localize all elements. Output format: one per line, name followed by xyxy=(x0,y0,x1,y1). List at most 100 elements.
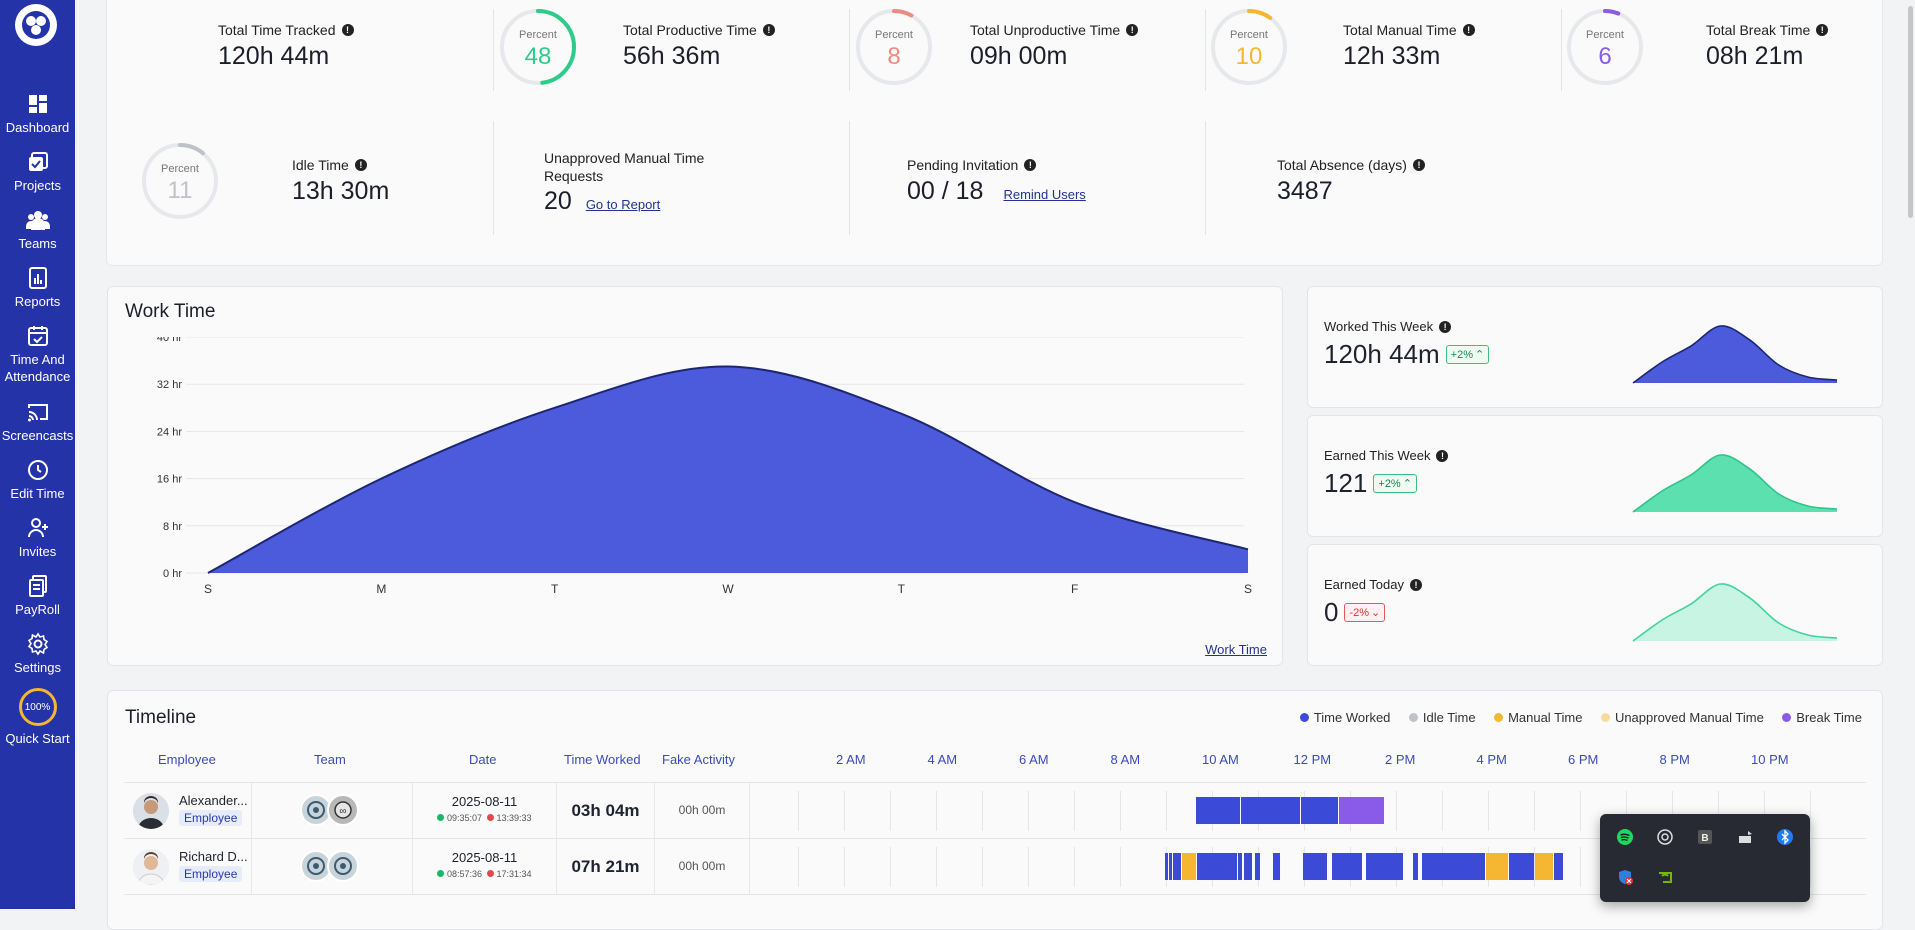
scrollbar-track[interactable] xyxy=(1905,0,1915,909)
sidebar-item-projects[interactable]: Projects xyxy=(0,150,75,194)
network-icon[interactable] xyxy=(1736,828,1754,846)
stat-total-unproductive-time: Total Unproductive Time! 09h 00m xyxy=(970,22,1139,71)
activity-segment[interactable] xyxy=(1339,797,1384,824)
activity-segment[interactable] xyxy=(1197,853,1237,880)
y-tick-label: 8 hr xyxy=(163,521,182,533)
sidebar-item-time-and-attendance[interactable]: Time And Attendance xyxy=(0,324,75,385)
sidebar: Dashboard Projects Teams Reports Time An… xyxy=(0,0,75,909)
break-percent-ring: Percent 6 xyxy=(1565,7,1645,87)
dashboard-icon xyxy=(28,95,47,113)
percent-label: Percent xyxy=(1230,29,1268,41)
col-team[interactable]: Team xyxy=(314,752,346,767)
sidebar-item-edit-time[interactable]: Edit Time xyxy=(0,458,75,502)
hour-gridline xyxy=(798,791,799,831)
activity-segment[interactable] xyxy=(1182,853,1196,880)
info-icon[interactable]: ! xyxy=(1410,578,1422,591)
col-time-worked[interactable]: Time Worked xyxy=(564,752,641,767)
go-to-report-link[interactable]: Go to Report xyxy=(586,197,660,212)
activity-segment[interactable] xyxy=(1301,797,1338,824)
stat-value: 20 xyxy=(544,187,572,215)
team-avatar: ∞ xyxy=(327,794,359,826)
activity-segment[interactable] xyxy=(1509,853,1534,880)
col-employee[interactable]: Employee xyxy=(158,752,216,767)
activity-segment[interactable] xyxy=(1332,853,1362,880)
payroll-icon xyxy=(28,575,47,597)
work-time-footer-link[interactable]: Work Time xyxy=(1205,642,1267,657)
y-tick-label: 0 hr xyxy=(163,568,182,580)
activity-segment[interactable] xyxy=(1244,853,1252,880)
shield-x-icon[interactable] xyxy=(1616,868,1634,886)
legend-label: Unapproved Manual Time xyxy=(1614,710,1764,725)
spotify-icon[interactable] xyxy=(1616,828,1634,846)
sidebar-item-label: Screencasts xyxy=(1,428,74,443)
chevron-up-icon: ⌃ xyxy=(1402,478,1412,490)
employee-name[interactable]: Alexander... xyxy=(179,793,248,808)
activity-segment[interactable] xyxy=(1366,853,1403,880)
screencast-icon xyxy=(27,404,48,422)
mini-card-title: Earned This Week xyxy=(1324,448,1431,463)
info-icon[interactable]: ! xyxy=(1436,449,1449,462)
info-icon[interactable]: ! xyxy=(1126,24,1139,36)
stat-label: Total Break Time xyxy=(1706,22,1811,38)
info-icon[interactable]: ! xyxy=(1816,24,1829,36)
sidebar-item-label: Dashboard xyxy=(5,120,70,135)
activity-segment[interactable] xyxy=(1173,853,1181,880)
hour-label: 10 AM xyxy=(1202,752,1239,767)
activity-segment[interactable] xyxy=(1535,853,1553,880)
activity-segment[interactable] xyxy=(1273,853,1280,880)
sidebar-item-reports[interactable]: Reports xyxy=(0,266,75,310)
trend-badge-text: -2% xyxy=(1349,606,1370,619)
activity-segment[interactable] xyxy=(1169,853,1172,880)
sidebar-item-dashboard[interactable]: Dashboard xyxy=(0,92,75,136)
chatgpt-icon[interactable] xyxy=(1656,828,1674,846)
stat-total-productive-time: Total Productive Time! 56h 36m xyxy=(623,22,775,71)
x-tick-label: S xyxy=(1244,582,1252,596)
bluetooth-icon[interactable] xyxy=(1776,828,1794,846)
activity-segment[interactable] xyxy=(1238,853,1242,880)
x-tick-label: F xyxy=(1071,582,1078,596)
b-app-icon[interactable]: B xyxy=(1696,828,1714,846)
info-icon[interactable]: ! xyxy=(354,159,367,171)
hour-gridline xyxy=(1442,791,1443,831)
hour-gridline xyxy=(1028,847,1029,887)
info-icon[interactable]: ! xyxy=(762,24,775,36)
activity-segment[interactable] xyxy=(1165,853,1168,880)
activity-segment[interactable] xyxy=(1422,853,1485,880)
sidebar-item-teams[interactable]: Teams xyxy=(0,208,75,252)
activity-segment[interactable] xyxy=(1303,853,1327,880)
sidebar-item-payroll[interactable]: PayRoll xyxy=(0,574,75,618)
sidebar-item-settings[interactable]: Settings xyxy=(0,632,75,676)
add-user-icon xyxy=(27,518,48,538)
date-value: 2025-08-11 xyxy=(451,794,518,809)
hour-gridline xyxy=(798,847,799,887)
unproductive-percent-ring: Percent 8 xyxy=(854,7,934,87)
legend-item: Idle Time xyxy=(1408,710,1476,725)
percent-value: 48 xyxy=(524,43,552,70)
sidebar-item-invites[interactable]: Invites xyxy=(0,516,75,560)
sidebar-item-quick-start[interactable]: 100% Quick Start xyxy=(0,688,75,747)
info-icon[interactable]: ! xyxy=(1412,159,1425,171)
hour-gridline xyxy=(1074,847,1075,887)
clock-icon xyxy=(27,460,48,480)
info-icon[interactable]: ! xyxy=(1024,159,1037,171)
activity-segment[interactable] xyxy=(1196,797,1240,824)
nvidia-icon[interactable] xyxy=(1656,868,1674,886)
employee-name[interactable]: Richard D... xyxy=(179,849,248,864)
app-logo[interactable] xyxy=(15,4,57,46)
activity-segment[interactable] xyxy=(1241,797,1300,824)
activity-segment[interactable] xyxy=(1554,853,1563,880)
sidebar-item-screencasts[interactable]: Screencasts xyxy=(0,400,75,444)
stat-label: Idle Time xyxy=(292,157,349,173)
info-icon[interactable]: ! xyxy=(341,24,354,36)
remind-users-link[interactable]: Remind Users xyxy=(1003,187,1085,202)
scrollbar-thumb[interactable] xyxy=(1908,6,1913,218)
col-date[interactable]: Date xyxy=(469,752,496,767)
activity-segment[interactable] xyxy=(1486,853,1508,880)
hour-gridline xyxy=(1120,791,1121,831)
col-fake-activity[interactable]: Fake Activity xyxy=(662,752,735,767)
activity-segment[interactable] xyxy=(1255,853,1260,880)
activity-segment[interactable] xyxy=(1413,853,1418,880)
info-icon[interactable]: ! xyxy=(1462,24,1475,36)
system-tray-popup: B xyxy=(1600,814,1810,902)
info-icon[interactable]: ! xyxy=(1439,320,1452,333)
